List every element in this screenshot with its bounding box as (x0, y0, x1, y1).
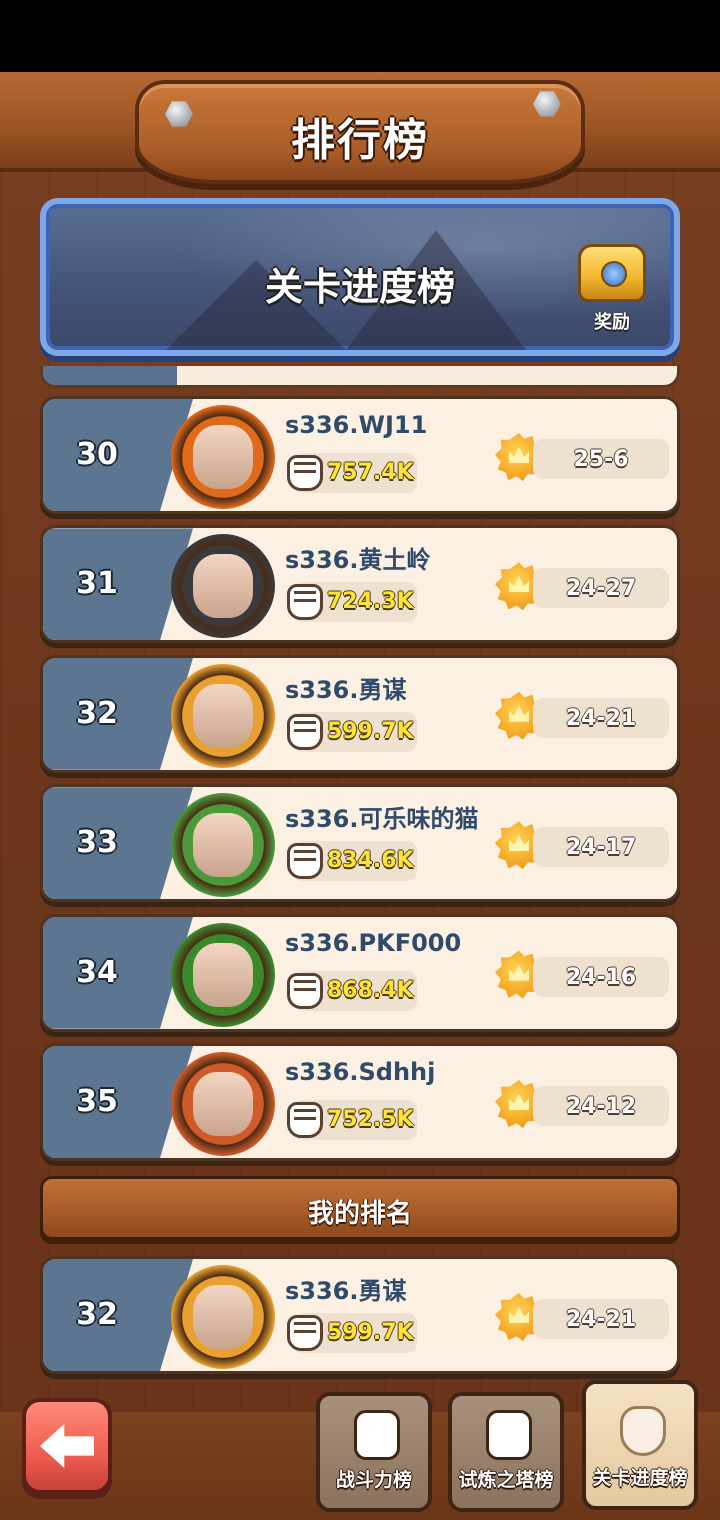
tab-tower-ranking[interactable]: 试炼之塔榜 (448, 1392, 564, 1512)
page-title: 排行榜 (291, 115, 429, 166)
rank-number: 34 (76, 954, 118, 990)
power-display: 599.7K (287, 1313, 417, 1353)
power-display: 834.6K (287, 841, 417, 882)
fist-icon (287, 455, 323, 491)
rank-number: 35 (76, 1084, 118, 1119)
tab-label: 关卡进度榜 (592, 1467, 688, 1489)
tower-icon (486, 1410, 532, 1460)
rank-number: 31 (76, 566, 118, 602)
avatar-face (193, 554, 253, 619)
stage-display: 24-27 (533, 568, 669, 609)
player-avatar[interactable] (171, 534, 275, 639)
avatar-face (193, 813, 253, 878)
my-rank-row[interactable]: 32 s336.勇谋 599.7K 24-21 (40, 1256, 680, 1374)
leaderboard-row[interactable]: 32 s336.勇谋 599.7K 24-21 (40, 654, 680, 773)
stage-value: 25-6 (573, 447, 629, 472)
rank-number: 32 (76, 695, 118, 731)
tab-label: 战斗力榜 (335, 1469, 412, 1491)
stage-display: 24-12 (533, 1086, 669, 1126)
stage-display: 24-17 (533, 827, 669, 868)
power-value: 757.4K (327, 460, 414, 485)
stage-display: 24-21 (533, 1299, 669, 1339)
power-display: 724.3K (287, 582, 417, 623)
shield-icon (620, 1406, 666, 1456)
power-display: 752.5K (287, 1100, 417, 1140)
my-rank-label: 我的排名 (307, 1199, 412, 1229)
partial-list-row (40, 366, 680, 388)
player-name: s336.Sdhhj (285, 1058, 436, 1086)
power-value: 724.3K (327, 589, 414, 615)
tab-power-ranking[interactable]: 战斗力榜 (316, 1392, 432, 1512)
fist-icon (287, 972, 323, 1009)
power-value: 752.5K (327, 1107, 414, 1132)
fist-icon (287, 713, 323, 750)
avatar-face (193, 425, 253, 489)
player-name: s336.可乐味的猫 (285, 805, 479, 834)
avatar-face (193, 942, 253, 1007)
reward-button[interactable]: 奖励 (570, 240, 654, 340)
title-sign: 排行榜 (135, 80, 585, 184)
my-rank-header: 我的排名 (40, 1176, 680, 1240)
stage-value: 24-27 (565, 576, 637, 602)
leaderboard-row[interactable]: 34 s336.PKF000 868.4K 24-16 (40, 913, 680, 1032)
leaderboard-row[interactable]: 30 s336.WJ11 757.4K 25-6 (40, 396, 680, 514)
leaderboard-row[interactable]: 33 s336.可乐味的猫 834.6K 24-17 (40, 784, 680, 903)
player-avatar[interactable] (171, 793, 275, 898)
leaderboard-row[interactable]: 35 s336.Sdhhj 752.5K 24-12 (40, 1043, 680, 1161)
avatar-face (193, 1285, 253, 1349)
player-avatar[interactable] (171, 1265, 275, 1369)
power-value: 834.6K (327, 848, 414, 874)
fist-icon (287, 1102, 323, 1138)
rank-panel (43, 366, 177, 385)
fist-icon (287, 843, 323, 880)
back-arrow-icon (40, 1424, 94, 1468)
stage-value: 24-21 (565, 705, 637, 731)
avatar-face (193, 1072, 253, 1136)
power-value: 599.7K (327, 1320, 414, 1345)
treasure-chest-icon (578, 244, 646, 302)
leaderboard-banner: 关卡进度榜 奖励 (40, 198, 680, 356)
power-display: 868.4K (287, 970, 417, 1011)
back-button[interactable] (22, 1398, 112, 1494)
stage-display: 24-16 (533, 956, 669, 997)
fist-icon (287, 584, 323, 621)
stage-value: 24-12 (565, 1094, 637, 1119)
power-display: 599.7K (287, 711, 417, 752)
player-avatar[interactable] (171, 405, 275, 509)
avatar-face (193, 683, 253, 748)
rank-number: 30 (76, 437, 118, 472)
fist-icon (287, 1315, 323, 1351)
power-value: 599.7K (327, 718, 414, 744)
stage-value: 24-17 (565, 835, 637, 861)
fist-icon (354, 1410, 400, 1460)
stage-display: 25-6 (533, 439, 669, 479)
player-name: s336.勇谋 (285, 1277, 407, 1305)
reward-label: 奖励 (594, 312, 630, 333)
player-avatar[interactable] (171, 663, 275, 768)
player-name: s336.勇谋 (285, 675, 407, 704)
leaderboard-row[interactable]: 31 s336.黄土岭 724.3K 24-27 (40, 525, 680, 644)
stage-value: 24-21 (565, 1307, 637, 1332)
player-name: s336.PKF000 (285, 928, 462, 957)
power-value: 868.4K (327, 977, 414, 1003)
player-avatar[interactable] (171, 1052, 275, 1156)
player-avatar[interactable] (171, 922, 275, 1027)
rank-number: 33 (76, 825, 118, 861)
tab-stage-progress-ranking[interactable]: 关卡进度榜 (582, 1380, 698, 1510)
stage-display: 24-21 (533, 697, 669, 738)
player-name: s336.WJ11 (285, 411, 428, 439)
tab-label: 试炼之塔榜 (458, 1469, 554, 1491)
stage-value: 24-16 (565, 964, 637, 990)
power-display: 757.4K (287, 453, 417, 493)
rank-number: 32 (76, 1297, 118, 1332)
player-name: s336.黄土岭 (285, 546, 431, 575)
